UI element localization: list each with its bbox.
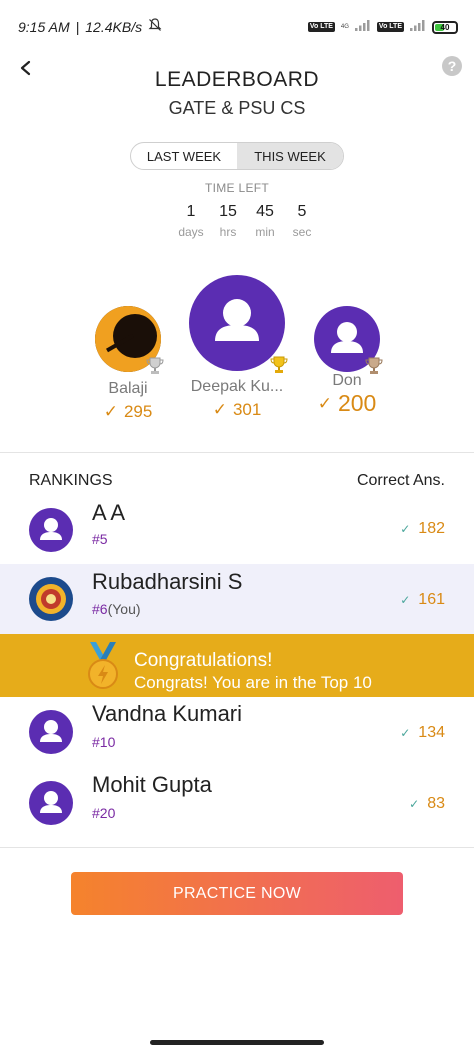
mute-bell-icon xyxy=(148,18,162,35)
podium-first[interactable]: Deepak Ku... ✓ 301 xyxy=(186,275,288,420)
timer-label: min xyxy=(255,225,275,239)
podium-second[interactable]: Balaji ✓ 295 xyxy=(87,306,169,422)
volte-badge-2: Vo LTE xyxy=(376,22,404,32)
row-rank: #10 xyxy=(92,734,116,750)
podium-score: ✓ 301 xyxy=(186,400,288,420)
week-toggle: LAST WEEK THIS WEEK xyxy=(130,142,344,170)
row-score: ✓ 161 xyxy=(400,591,445,608)
home-indicator[interactable] xyxy=(150,1040,324,1045)
timer-value: 45 xyxy=(256,203,274,220)
status-bar: 9:15 AM | 12.4KB/s Vo LTE 4G Vo LTE 40 xyxy=(0,0,474,56)
row-rank: #20 xyxy=(92,805,116,821)
network-speed: 12.4KB/s xyxy=(85,18,143,35)
podium-score-value: 200 xyxy=(337,390,377,416)
timer-value: 1 xyxy=(186,203,196,220)
row-rank: #6(You) xyxy=(92,601,141,617)
tab-last-week[interactable]: LAST WEEK xyxy=(131,143,237,169)
signal-icon-2 xyxy=(410,18,426,36)
divider xyxy=(0,847,474,848)
podium-name: Balaji xyxy=(108,380,148,397)
rankings-label: RANKINGS xyxy=(29,472,113,489)
table-row[interactable]: Mohit Gupta #20 ✓ 83 xyxy=(0,768,474,838)
page-subtitle: GATE & PSU CS xyxy=(168,98,306,118)
check-icon: ✓ xyxy=(317,393,332,413)
timer-seconds: 5 sec xyxy=(286,202,318,239)
status-time: 9:15 AM xyxy=(18,18,70,35)
time-left-label: TIME LEFT xyxy=(204,181,270,195)
status-right: Vo LTE 4G Vo LTE 40 xyxy=(307,18,458,36)
table-row[interactable]: Vandna Kumari #10 ✓ 134 xyxy=(0,698,474,766)
congrats-title: Congratulations! xyxy=(134,650,273,671)
podium-score-value: 301 xyxy=(232,400,262,419)
rankings-header: RANKINGS Correct Ans. xyxy=(29,472,445,490)
check-icon: ✓ xyxy=(409,797,420,811)
check-icon: ✓ xyxy=(400,522,411,536)
check-icon: ✓ xyxy=(103,402,118,421)
row-name: Rubadharsini S xyxy=(92,569,243,594)
table-row[interactable]: A A #5 ✓ 182 xyxy=(0,500,474,562)
timer-value: 5 xyxy=(297,203,307,220)
timer-value: 15 xyxy=(219,203,237,220)
podium-score: ✓ 295 xyxy=(87,402,169,422)
check-icon: ✓ xyxy=(400,593,411,607)
timer-label: hrs xyxy=(219,225,237,239)
battery-icon: 40 xyxy=(432,20,458,34)
status-left: 9:15 AM | 12.4KB/s xyxy=(18,18,162,35)
timer-days: 1 days xyxy=(175,202,207,239)
network-type: 4G xyxy=(340,23,349,30)
practice-now-button[interactable]: PRACTICE NOW xyxy=(71,872,403,915)
row-score: ✓ 83 xyxy=(409,795,445,812)
timer-hours: 15 hrs xyxy=(212,202,244,239)
row-rank: #5 xyxy=(92,531,108,547)
avatar xyxy=(29,710,73,754)
podium-score-value: 295 xyxy=(123,402,153,421)
signal-icon xyxy=(354,18,371,36)
congrats-subtitle: Congrats! You are in the Top 10 xyxy=(134,673,372,692)
check-icon: ✓ xyxy=(400,726,411,740)
divider xyxy=(0,452,474,453)
podium-third[interactable]: Don ✓ 200 xyxy=(309,306,385,417)
timer-label: sec xyxy=(292,225,312,239)
row-score: ✓ 134 xyxy=(400,724,445,741)
bronze-trophy-icon xyxy=(364,356,384,379)
battery-level: 40 xyxy=(440,22,450,32)
row-name: Vandna Kumari xyxy=(92,701,243,726)
page-title: LEADERBOARD xyxy=(154,68,320,91)
podium-score: ✓ 200 xyxy=(309,390,385,417)
medal-icon xyxy=(84,642,122,692)
check-icon: ✓ xyxy=(212,400,227,419)
row-name: A A xyxy=(92,500,126,525)
table-row-current-user[interactable]: Rubadharsini S #6(You) ✓ 161 xyxy=(0,564,474,634)
avatar xyxy=(29,508,73,552)
silver-trophy-icon xyxy=(145,356,165,379)
countdown-timer: 1 days 15 hrs 45 min 5 sec xyxy=(175,202,323,239)
row-score: ✓ 182 xyxy=(400,520,445,537)
tab-this-week[interactable]: THIS WEEK xyxy=(237,143,343,169)
avatar xyxy=(29,781,73,825)
gold-trophy-icon xyxy=(269,355,289,378)
volte-badge: Vo LTE xyxy=(307,22,335,32)
row-name: Mohit Gupta xyxy=(92,772,212,797)
timer-label: days xyxy=(178,225,204,239)
podium-name: Deepak Ku... xyxy=(190,378,284,395)
correct-ans-label: Correct Ans. xyxy=(356,472,445,489)
timer-minutes: 45 min xyxy=(249,202,281,239)
avatar xyxy=(29,577,73,621)
